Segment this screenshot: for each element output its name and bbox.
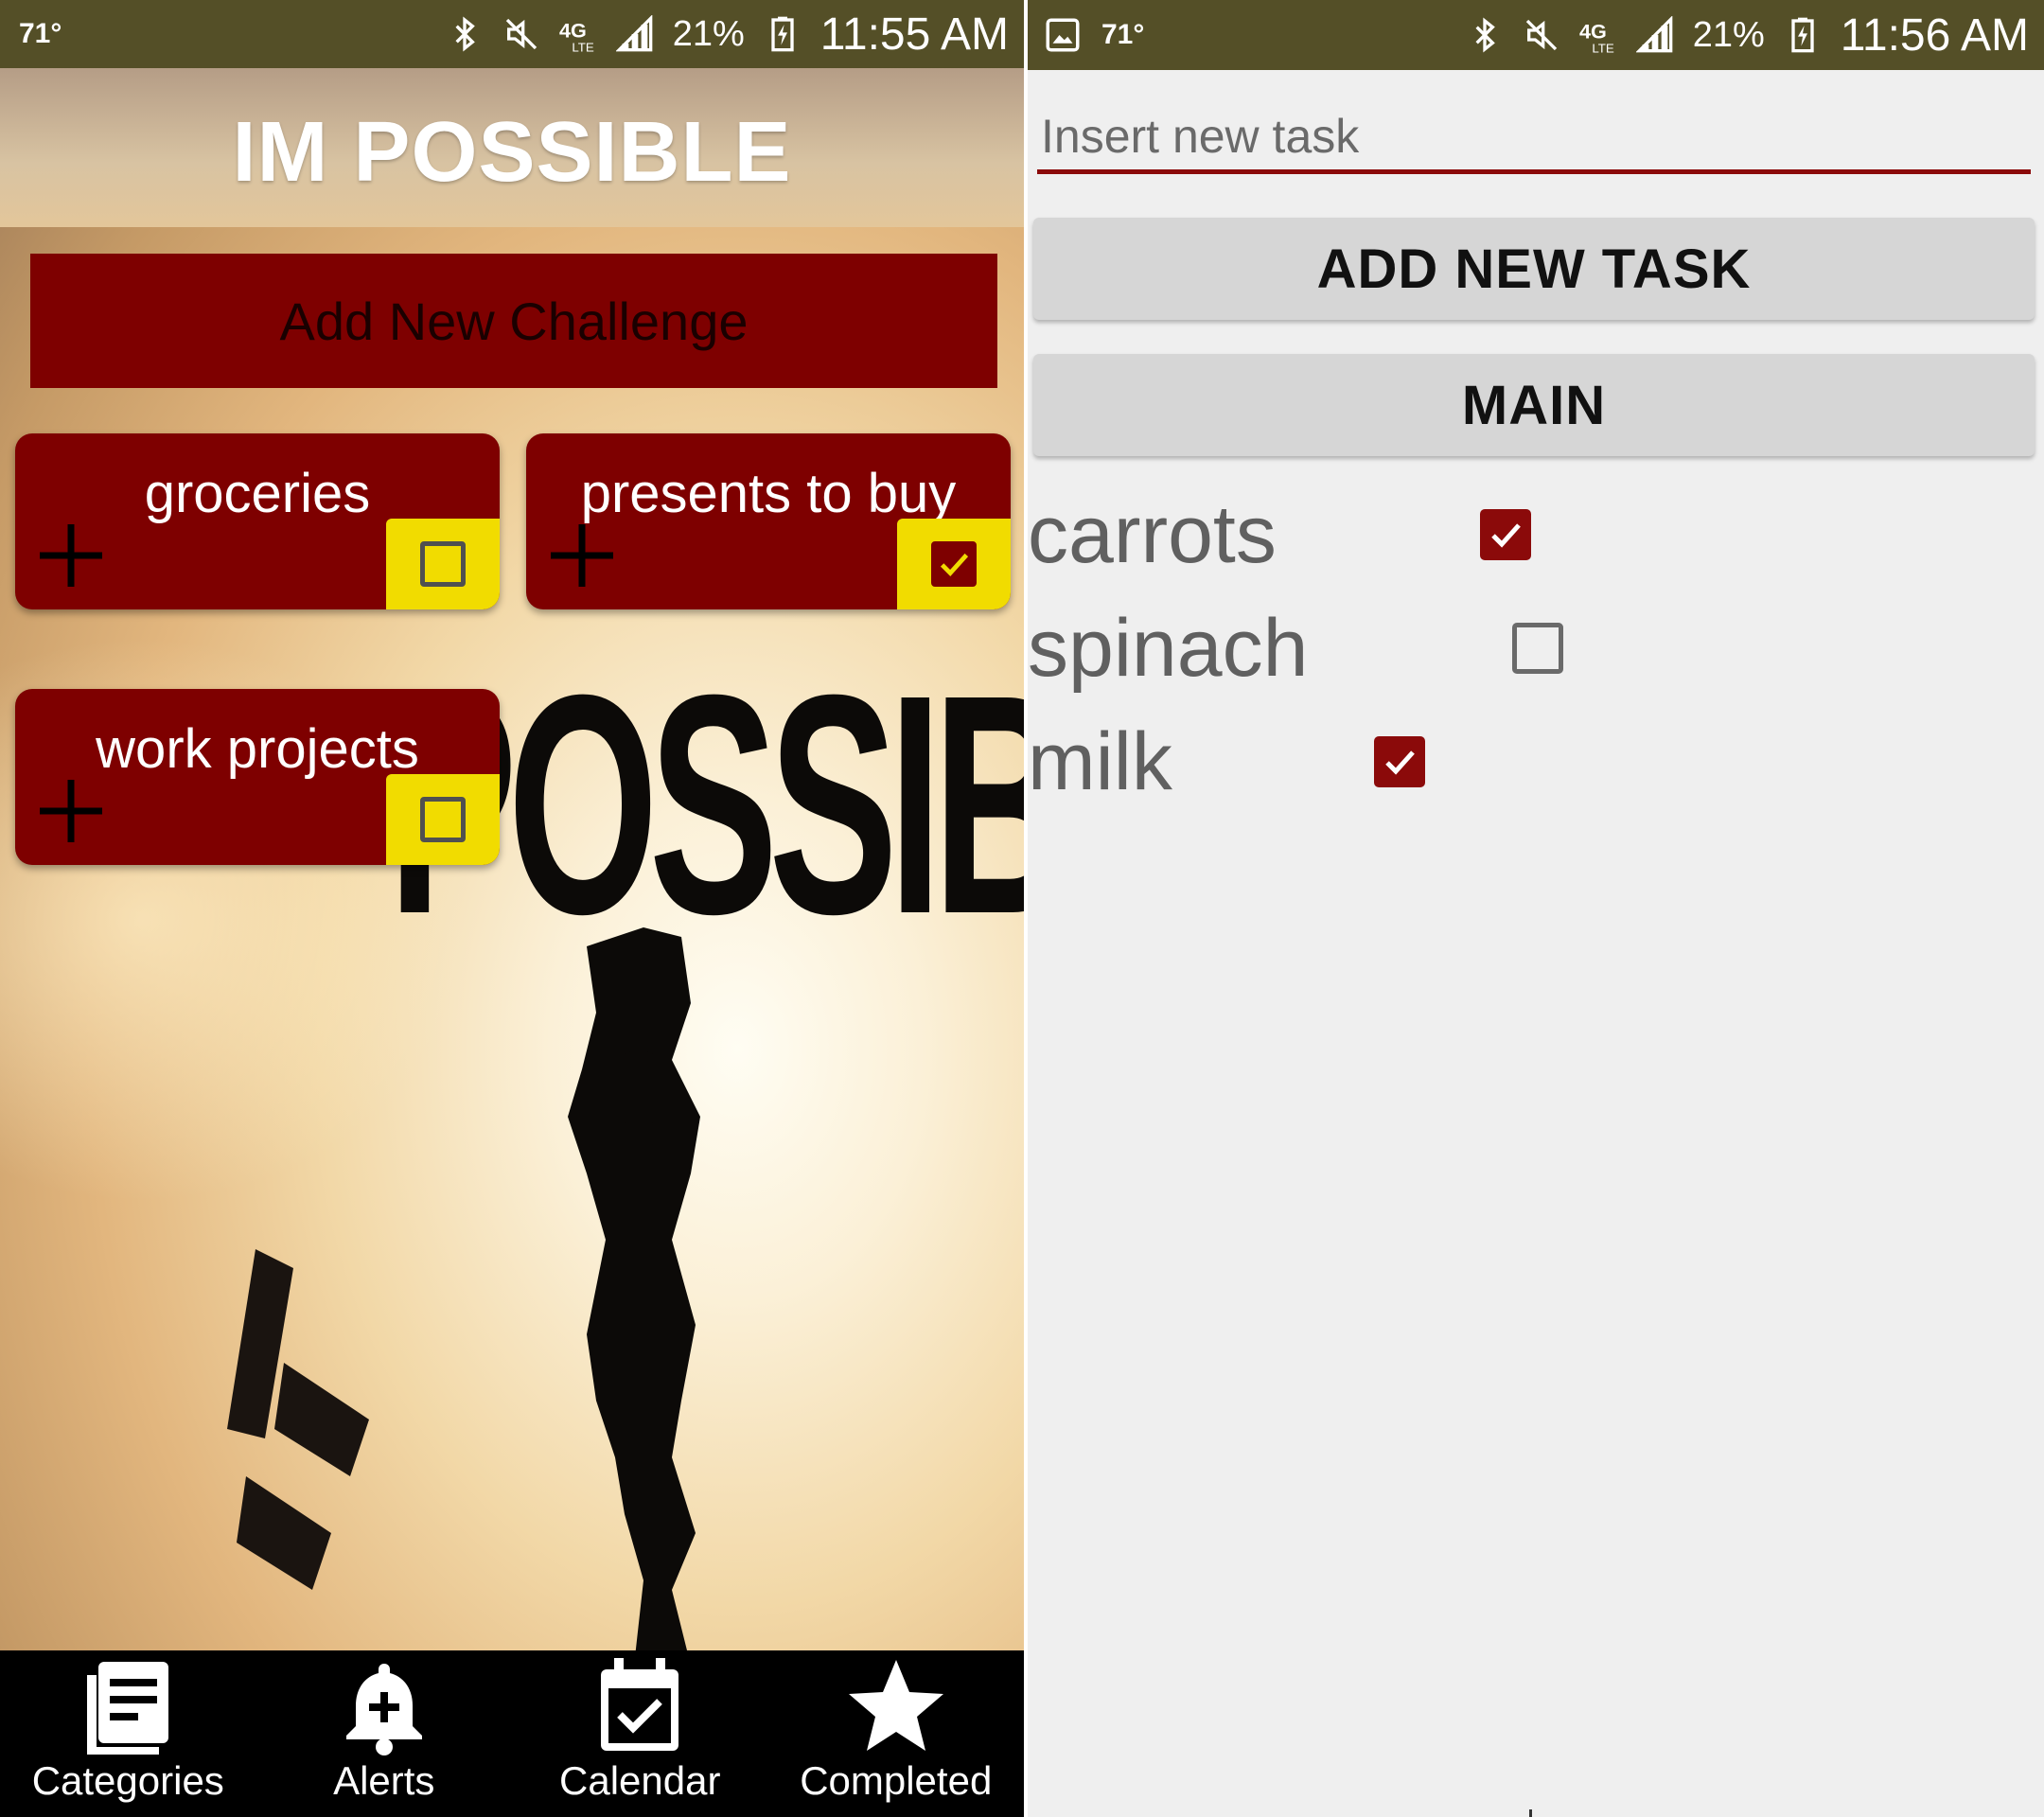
task-checkbox[interactable] (1480, 509, 1531, 560)
signal-icon (615, 15, 653, 52)
add-new-task-button[interactable]: ADD NEW TASK (1033, 218, 2035, 320)
silhouette-figure (568, 927, 700, 1666)
nav-label: Calendar (559, 1758, 721, 1803)
network-4g-icon: 4GLTE (1579, 19, 1614, 54)
task-row-spinach: spinach (1028, 596, 2044, 700)
mute-icon (505, 18, 537, 50)
clock-time: 11:56 AM (1840, 9, 2029, 61)
app-title: IM POSSIBLE (232, 105, 792, 200)
bluetooth-icon (1475, 17, 1495, 53)
category-checkbox-area (386, 774, 500, 865)
task-checkbox[interactable] (1374, 736, 1425, 787)
divider (1529, 1809, 1532, 1817)
clock-time: 11:55 AM (819, 9, 1009, 60)
temperature-text: 71° (19, 18, 62, 49)
nav-completed[interactable]: Completed (768, 1650, 1025, 1817)
plus-icon[interactable] (36, 520, 106, 591)
category-card-groceries[interactable]: groceries (15, 433, 500, 609)
category-card-presents[interactable]: presents to buy (526, 433, 1011, 609)
plus-icon[interactable] (547, 520, 617, 591)
category-checkbox-area (386, 519, 500, 609)
category-card-work-projects[interactable]: work projects (15, 689, 500, 865)
list-icon (87, 1662, 169, 1755)
battery-percent: 21% (1692, 14, 1765, 55)
battery-charging-icon (1791, 17, 1814, 53)
task-label: spinach (1028, 602, 1309, 694)
bluetooth-icon (455, 16, 475, 52)
bell-plus-icon (345, 1664, 422, 1755)
category-label: work projects (96, 718, 419, 780)
plus-icon[interactable] (36, 776, 106, 846)
bottom-navigation: Categories Alerts Calendar Completed (0, 1650, 1024, 1817)
checkmark-icon (940, 553, 969, 576)
svg-text:4G: 4G (1579, 19, 1607, 43)
temperature-text: 71° (1101, 19, 1145, 50)
category-label: presents to buy (580, 463, 957, 524)
nav-label: Categories (31, 1758, 224, 1803)
nav-label: Alerts (333, 1758, 435, 1803)
task-label: milk (1028, 715, 1172, 807)
nav-calendar[interactable]: Calendar (512, 1650, 768, 1817)
main-button[interactable]: MAIN (1033, 354, 2035, 456)
category-checkbox-area (897, 519, 1011, 609)
star-icon (848, 1660, 943, 1751)
status-bar: 71° 4G LTE 21% 11:56 AM (1028, 0, 2044, 70)
battery-percent: 21% (672, 13, 745, 54)
checkmark-icon (1491, 523, 1521, 548)
signal-icon (1635, 16, 1673, 53)
mute-icon (1525, 19, 1557, 51)
task-label: carrots (1028, 488, 1277, 580)
svg-text:4G: 4G (559, 18, 587, 42)
checkmark-icon (1385, 750, 1415, 775)
nav-label: Completed (800, 1758, 993, 1803)
status-bar: 71° 4G LTE 21% 11:55 AM (0, 0, 1024, 68)
calendar-check-icon (601, 1658, 679, 1751)
right-screen: 71° 4GLTE 21% 11:56 AM ADD NEW TASK MAIN… (1028, 0, 2044, 1817)
nav-categories[interactable]: Categories (0, 1650, 256, 1817)
battery-charging-icon (771, 16, 794, 52)
network-4g-icon: 4GLTE (559, 18, 594, 53)
new-task-input[interactable] (1037, 102, 2031, 174)
nav-alerts[interactable]: Alerts (256, 1650, 513, 1817)
task-row-carrots: carrots (1028, 483, 2044, 587)
category-checkbox[interactable] (420, 797, 466, 842)
svg-text:LTE: LTE (572, 40, 594, 53)
add-new-challenge-button[interactable]: Add New Challenge (30, 254, 997, 388)
svg-text:LTE: LTE (1592, 41, 1614, 54)
category-checkbox[interactable] (931, 541, 977, 587)
im-letters (227, 1249, 369, 1590)
gallery-icon (1046, 18, 1080, 52)
category-checkbox[interactable] (420, 541, 466, 587)
task-checkbox[interactable] (1512, 623, 1563, 674)
category-label: groceries (144, 463, 371, 524)
task-row-milk: milk (1028, 710, 2044, 814)
left-screen: 71° 4GLTE 21% 11:55 AM IM POSSIBLE POSSI… (0, 0, 1024, 1817)
